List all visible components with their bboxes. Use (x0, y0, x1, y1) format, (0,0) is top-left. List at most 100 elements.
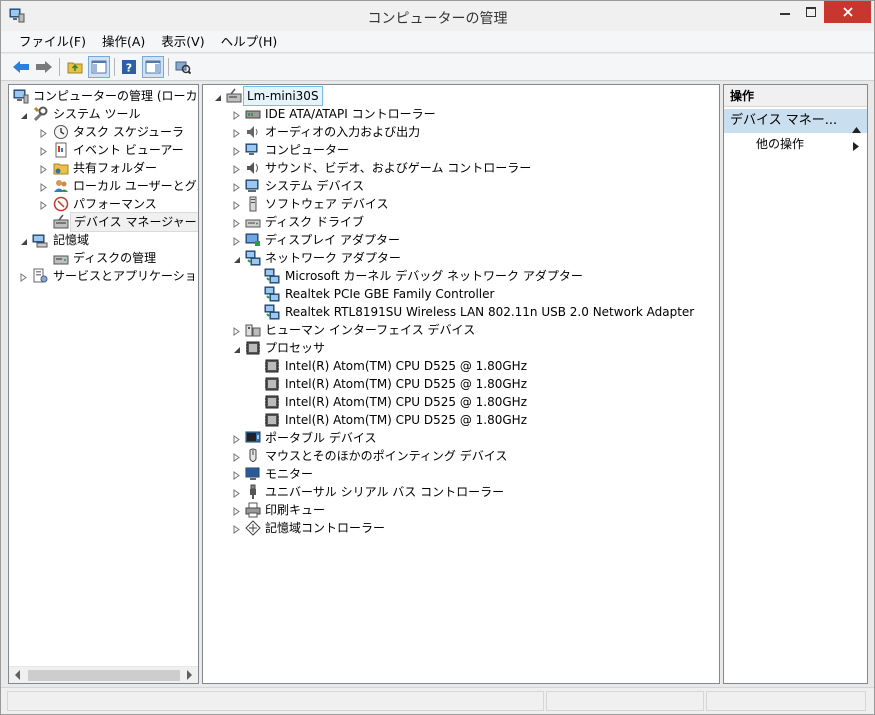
show-hide-tree-icon[interactable] (88, 56, 110, 78)
tree-item-performance[interactable]: パフォーマンス (9, 195, 198, 213)
collapsed-arrow-icon[interactable] (232, 199, 241, 210)
collapsed-arrow-icon[interactable] (232, 181, 241, 192)
actions-group-device-manager[interactable]: デバイス マネー... (724, 109, 867, 133)
collapsed-arrow-icon[interactable] (39, 163, 48, 174)
device-category[interactable]: プロセッサ (203, 339, 719, 357)
collapsed-arrow-icon[interactable] (232, 145, 241, 156)
tree-item-disk-management[interactable]: ディスクの管理 (9, 249, 198, 267)
device-category[interactable]: サウンド、ビデオ、およびゲーム コントローラー (203, 159, 719, 177)
device-category[interactable]: 記憶域コントローラー (203, 519, 719, 537)
collapsed-arrow-icon[interactable] (232, 235, 241, 246)
collapsed-arrow-icon[interactable] (232, 505, 241, 516)
collapse-up-icon[interactable] (852, 118, 861, 142)
collapsed-arrow-icon[interactable] (232, 325, 241, 336)
menu-help[interactable]: ヘルプ(H) (213, 32, 286, 52)
device-item[interactable]: Intel(R) Atom(TM) CPU D525 @ 1.80GHz (203, 357, 719, 375)
horizontal-scrollbar[interactable] (9, 666, 198, 683)
users-icon (53, 178, 69, 194)
device-item[interactable]: Intel(R) Atom(TM) CPU D525 @ 1.80GHz (203, 375, 719, 393)
device-tree-pane: Lm-mini30S IDE ATA/ATAPI コントローラー オーディオの入力… (202, 84, 720, 684)
collapsed-arrow-icon[interactable] (39, 199, 48, 210)
scrollbar-thumb[interactable] (28, 670, 180, 681)
device-label: コンピューター (265, 143, 350, 157)
device-label: Intel(R) Atom(TM) CPU D525 @ 1.80GHz (285, 395, 528, 409)
processor-icon (264, 376, 280, 392)
network-adapter-icon (264, 304, 280, 320)
tree-item-local-users[interactable]: ローカル ユーザーとグループ (9, 177, 198, 195)
device-root[interactable]: Lm-mini30S (203, 86, 719, 106)
help-icon[interactable]: ? (119, 57, 139, 77)
device-category[interactable]: ユニバーサル シリアル バス コントローラー (203, 483, 719, 501)
collapsed-arrow-icon[interactable] (232, 163, 241, 174)
collapsed-arrow-icon[interactable] (39, 145, 48, 156)
tree-item-label: タスク スケジューラ (73, 125, 184, 139)
device-category[interactable]: 印刷キュー (203, 501, 719, 519)
device-category[interactable]: システム デバイス (203, 177, 719, 195)
menu-file[interactable]: ファイル(F) (11, 32, 94, 52)
menu-action[interactable]: 操作(A) (94, 32, 153, 52)
scan-hardware-icon[interactable] (173, 57, 193, 77)
expanded-arrow-icon[interactable] (232, 253, 241, 263)
other-actions-item[interactable]: 他の操作 (756, 135, 804, 153)
tree-item-task-scheduler[interactable]: タスク スケジューラ (9, 123, 198, 141)
device-category[interactable]: ヒューマン インターフェイス デバイス (203, 321, 719, 339)
tree-item-event-viewer[interactable]: イベント ビューアー (9, 141, 198, 159)
collapsed-arrow-icon[interactable] (232, 217, 241, 228)
collapsed-arrow-icon[interactable] (39, 127, 48, 138)
device-label: プロセッサ (265, 341, 326, 355)
tree-item-shared-folders[interactable]: 共有フォルダー (9, 159, 198, 177)
tree-item-device-manager[interactable]: デバイス マネージャー (9, 212, 198, 232)
device-category[interactable]: ネットワーク アダプター (203, 249, 719, 267)
collapsed-arrow-icon[interactable] (232, 109, 241, 120)
device-category[interactable]: ディスプレイ アダプター (203, 231, 719, 249)
submenu-arrow-icon[interactable] (853, 140, 859, 154)
scroll-left-icon[interactable] (15, 670, 20, 680)
tree-item-services-apps[interactable]: サービスとアプリケーション (9, 267, 198, 285)
device-item[interactable]: Intel(R) Atom(TM) CPU D525 @ 1.80GHz (203, 411, 719, 429)
actions-pane: 操作 デバイス マネー... 他の操作 (723, 84, 868, 684)
back-arrow-icon[interactable] (11, 57, 31, 77)
device-category[interactable]: コンピューター (203, 141, 719, 159)
expanded-arrow-icon[interactable] (213, 91, 222, 101)
expanded-arrow-icon[interactable] (232, 343, 241, 353)
collapsed-arrow-icon[interactable] (232, 487, 241, 498)
minimize-button[interactable] (772, 1, 798, 23)
device-item[interactable]: Realtek PCIe GBE Family Controller (203, 285, 719, 303)
processor-icon (245, 340, 261, 356)
device-category[interactable]: ディスク ドライブ (203, 213, 719, 231)
device-category[interactable]: マウスとそのほかのポインティング デバイス (203, 447, 719, 465)
expanded-arrow-icon[interactable] (19, 235, 28, 245)
forward-arrow-icon[interactable] (34, 57, 54, 77)
mouse-icon (245, 448, 261, 464)
up-folder-icon[interactable] (65, 57, 85, 77)
maximize-button[interactable] (798, 1, 824, 23)
storage-controller-icon (245, 520, 261, 536)
device-category[interactable]: オーディオの入力および出力 (203, 123, 719, 141)
device-category[interactable]: モニター (203, 465, 719, 483)
device-label: Realtek RTL8191SU Wireless LAN 802.11n U… (285, 305, 695, 319)
collapsed-arrow-icon[interactable] (232, 523, 241, 534)
device-category[interactable]: ポータブル デバイス (203, 429, 719, 447)
collapsed-arrow-icon[interactable] (232, 433, 241, 444)
toolbar-separator (59, 58, 60, 76)
device-category[interactable]: ソフトウェア デバイス (203, 195, 719, 213)
collapsed-arrow-icon[interactable] (39, 181, 48, 192)
menu-view[interactable]: 表示(V) (153, 32, 212, 52)
collapsed-arrow-icon[interactable] (232, 451, 241, 462)
tree-item-system-tools[interactable]: システム ツール (9, 105, 198, 123)
tree-root[interactable]: コンピューターの管理 (ローカル) (9, 87, 198, 105)
scroll-right-icon[interactable] (187, 670, 192, 680)
portable-device-icon (245, 430, 261, 446)
tree-item-storage[interactable]: 記憶域 (9, 231, 198, 249)
close-button[interactable] (824, 1, 871, 23)
expanded-arrow-icon[interactable] (19, 109, 28, 119)
actions-group-label: デバイス マネー... (730, 113, 838, 128)
collapsed-arrow-icon[interactable] (232, 127, 241, 138)
show-hide-action-pane-icon[interactable] (142, 56, 164, 78)
collapsed-arrow-icon[interactable] (19, 271, 28, 282)
device-item[interactable]: Intel(R) Atom(TM) CPU D525 @ 1.80GHz (203, 393, 719, 411)
device-item[interactable]: Realtek RTL8191SU Wireless LAN 802.11n U… (203, 303, 719, 321)
collapsed-arrow-icon[interactable] (232, 469, 241, 480)
device-category[interactable]: IDE ATA/ATAPI コントローラー (203, 105, 719, 123)
device-item[interactable]: Microsoft カーネル デバッグ ネットワーク アダプター (203, 267, 719, 285)
